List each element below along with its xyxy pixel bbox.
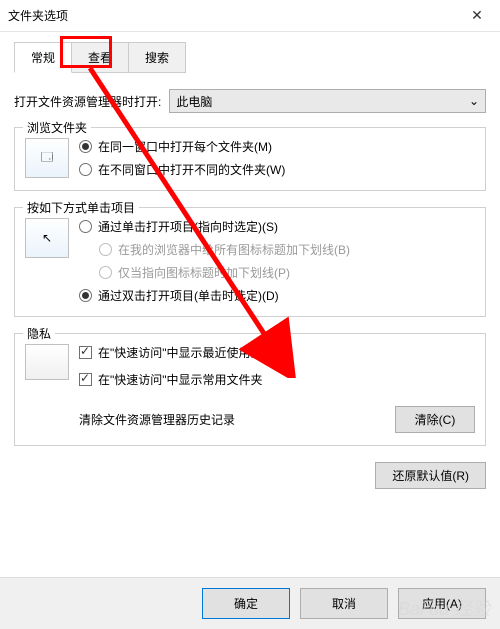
chevron-down-icon: ⌄	[469, 94, 479, 108]
radio-icon	[79, 220, 92, 233]
underline-point-radio: 仅当指向图标标题时加下划线(P)	[99, 264, 475, 281]
privacy-recent-check[interactable]: 在"快速访问"中显示最近使用的文件	[79, 344, 475, 361]
close-icon[interactable]: ✕	[462, 7, 492, 24]
cursor-icon: ↖	[25, 218, 69, 258]
radio-icon	[99, 266, 112, 279]
dialog-footer: 确定 取消 应用(A)	[0, 577, 500, 629]
checkbox-icon	[79, 373, 92, 386]
clear-history-label: 清除文件资源管理器历史记录	[79, 411, 235, 428]
browse-diff-radio[interactable]: 在不同窗口中打开不同的文件夹(W)	[79, 161, 475, 178]
ok-button[interactable]: 确定	[202, 588, 290, 619]
privacy-title: 隐私	[23, 325, 55, 342]
browse-group: 浏览文件夹 🗔 在同一窗口中打开每个文件夹(M) 在不同窗口中打开不同的文件夹(…	[14, 127, 486, 191]
tab-strip: 常规 查看 搜索	[14, 42, 486, 73]
radio-icon	[79, 289, 92, 302]
privacy-group: 隐私 在"快速访问"中显示最近使用的文件 在"快速访问"中显示常用文件夹 清除文…	[14, 333, 486, 446]
browse-title: 浏览文件夹	[23, 119, 91, 136]
window-title: 文件夹选项	[8, 7, 462, 24]
open-with-label: 打开文件资源管理器时打开:	[14, 93, 161, 110]
dialog-content: 常规 查看 搜索 打开文件资源管理器时打开: 此电脑 ⌄ 浏览文件夹 🗔 在同一…	[0, 32, 500, 489]
privacy-frequent-check[interactable]: 在"快速访问"中显示常用文件夹	[79, 371, 475, 388]
radio-icon	[79, 163, 92, 176]
open-with-select[interactable]: 此电脑 ⌄	[169, 89, 486, 113]
open-with-row: 打开文件资源管理器时打开: 此电脑 ⌄	[14, 89, 486, 113]
tab-view[interactable]: 查看	[71, 42, 129, 73]
tab-search[interactable]: 搜索	[128, 42, 186, 73]
open-with-value: 此电脑	[176, 93, 212, 110]
clear-button[interactable]: 清除(C)	[395, 406, 475, 433]
click-double-radio[interactable]: 通过双击打开项目(单击时选定)(D)	[79, 287, 475, 304]
click-single-radio[interactable]: 通过单击打开项目(指向时选定)(S)	[79, 218, 475, 235]
checkbox-icon	[79, 346, 92, 359]
click-title: 按如下方式单击项目	[23, 199, 139, 216]
clear-history-row: 清除文件资源管理器历史记录 清除(C)	[79, 406, 475, 433]
cancel-button[interactable]: 取消	[300, 588, 388, 619]
restore-row: 还原默认值(R)	[14, 462, 486, 489]
underline-browser-radio: 在我的浏览器中给所有图标标题加下划线(B)	[99, 241, 475, 258]
restore-defaults-button[interactable]: 还原默认值(R)	[375, 462, 486, 489]
folder-window-icon: 🗔	[25, 138, 69, 178]
tab-general[interactable]: 常规	[14, 42, 72, 73]
radio-icon	[79, 140, 92, 153]
click-group: 按如下方式单击项目 ↖ 通过单击打开项目(指向时选定)(S) 在我的浏览器中给所…	[14, 207, 486, 317]
privacy-icon	[25, 344, 69, 380]
titlebar: 文件夹选项 ✕	[0, 0, 500, 32]
browse-same-radio[interactable]: 在同一窗口中打开每个文件夹(M)	[79, 138, 475, 155]
radio-icon	[99, 243, 112, 256]
apply-button[interactable]: 应用(A)	[398, 588, 486, 619]
